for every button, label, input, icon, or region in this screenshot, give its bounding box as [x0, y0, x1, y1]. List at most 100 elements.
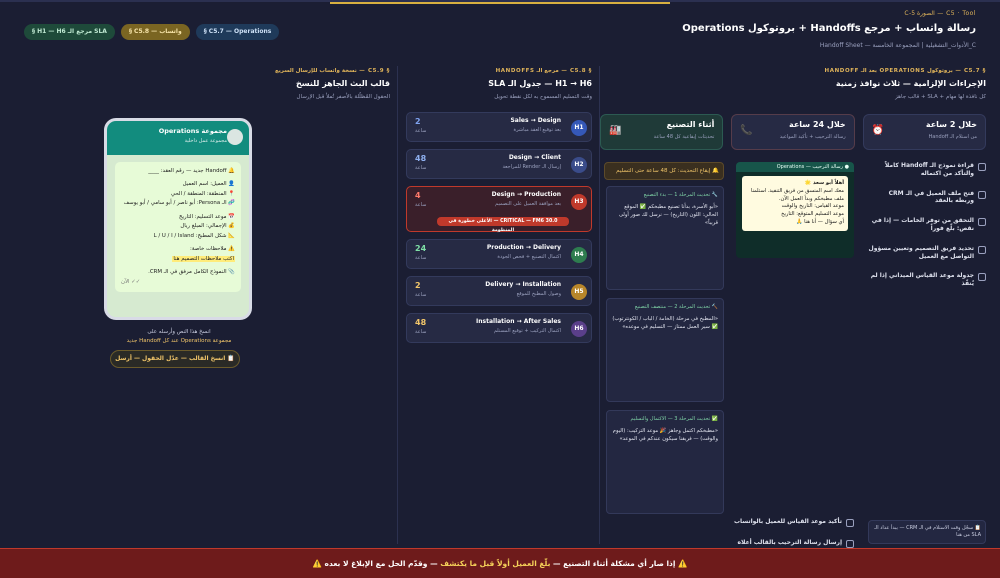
- step-label: Design → Production: [491, 191, 561, 198]
- alarm-clock-icon: ⏰: [871, 125, 885, 136]
- step-sla-hours: 2 ساعة: [415, 117, 427, 134]
- step-label: Sales → Design: [510, 117, 561, 124]
- section-kicker: § C5.8 — مرجع الـ HANDOFFS: [495, 68, 592, 74]
- escalation-alert-bar: ⚠️ إذا صار أي مشكلة أثناء التصنيع — بلّغ…: [0, 548, 1000, 578]
- step-sub: بعد موافقة العميل على التصميم: [495, 201, 561, 207]
- section-title: H1 → H6 — جدول الـ SLA: [488, 79, 592, 88]
- section-subtitle: وقت التسليم المسموح به لكل نقطة تحويل: [494, 94, 592, 100]
- section-chips: § H1 — H6 مرجع الـ SLA § C5.8 — واتساب §…: [24, 24, 280, 40]
- chat-header: مجموعة Operations مجموعة عمل داخلية: [107, 121, 249, 155]
- welcome-message-preview: ● رسالة الترحيب — Operations أهلاً أبو س…: [736, 162, 854, 258]
- factory-icon: 🏭: [609, 125, 622, 136]
- page-eyebrow: C5 · Tool — الصورة 5-C: [904, 10, 976, 17]
- step-sub: اكتمال التركيب + توقيع المستلم: [493, 328, 561, 334]
- step-badge: H3: [571, 194, 587, 210]
- handoff-sheet-page: C5 · Tool — الصورة 5-C رسالة واتساب + مر…: [0, 0, 1000, 578]
- chip-whatsapp[interactable]: § C5.8 — واتساب: [120, 24, 190, 40]
- top-accent-line: [330, 2, 670, 4]
- handoff-step-h6[interactable]: H6 Installation → After Sales اكتمال الترك…: [406, 313, 592, 343]
- checklist-item[interactable]: تحديد فريق التصميم وتعيين مسؤول التواصل …: [868, 245, 986, 261]
- critical-warning: CRITICAL — FM6 30.0 — الأعلى خطورة في ال…: [437, 217, 569, 233]
- column-divider: [397, 66, 398, 544]
- step-sla-hours: 24 ساعة: [415, 244, 427, 261]
- update-stage-2: 🔨 تحديث المرحلة 2 — منتصف التصنيع «المطب…: [606, 298, 724, 403]
- template-caption: انسخ هذا النص وأرسله على مجموعة Operatio…: [126, 329, 232, 344]
- operations-protocol-section: § C5.7 — بروتوكول OPERATIONS بعد الـ HAN…: [600, 68, 986, 548]
- page-header: C5 · Tool — الصورة 5-C رسالة واتساب + مر…: [24, 10, 976, 58]
- update-stage-3: ✅ تحديث المرحلة 3 — الاكتمال والتسليم «م…: [606, 410, 724, 515]
- checkbox[interactable]: [978, 273, 986, 282]
- checklist-item[interactable]: التحقق من توفر الخامات — إذا في نقص: بلّ…: [868, 217, 986, 233]
- whatsapp-phone-mockup: مجموعة Operations مجموعة عمل داخلية 🔔 Ha…: [104, 118, 252, 320]
- checkbox[interactable]: [846, 540, 854, 548]
- checkbox[interactable]: [978, 218, 986, 227]
- checklist-item[interactable]: إرسال رسالة الترحيب بالقالب أعلاه: [730, 539, 854, 548]
- handoff-step-h3[interactable]: H3 Design → Production بعد موافقة العميل ع…: [406, 186, 592, 233]
- step-badge: H6: [571, 321, 587, 337]
- manufacturing-updates: 🔔 إيقاع التحديث: كل 48 ساعة حتى التسليم …: [604, 162, 724, 522]
- update-stage-1: 🔧 تحديث المرحلة 1 — بدء التصنيع «أبو الأ…: [606, 186, 724, 291]
- sla-reference-section: § C5.8 — مرجع الـ HANDOFFS H1 → H6 — جدو…: [406, 68, 592, 542]
- welcome-message-panel: ● رسالة الترحيب — Operations أهلاً أبو س…: [730, 162, 854, 258]
- window-title: خلال 2 ساعة: [925, 120, 977, 129]
- welcome-bubble: أهلاً أبو سعد 🌟 معك اسم المنسق من فريق ا…: [742, 176, 848, 231]
- window-subtitle: تحديثات إيقاعية كل 48 ساعة: [653, 134, 715, 140]
- checklist-item[interactable]: جدولة موعد القياس الميداني إذا لم يُنفّذ: [868, 272, 986, 288]
- window-title: أثناء التصنيع: [666, 120, 715, 129]
- template-message-bubble[interactable]: 🔔 Handoff جديد — رقم العقد: ____ 👤 العمي…: [115, 162, 241, 292]
- phone-icon: 📞: [740, 125, 753, 136]
- handoff-step-h4[interactable]: H4 Production → Delivery اكتمال التصنيع + …: [406, 239, 592, 269]
- chat-subtitle: مجموعة عمل داخلية: [184, 138, 227, 144]
- window-24h-card[interactable]: خلال 24 ساعة رسالة الترحيب + تأكيد الموا…: [731, 114, 855, 150]
- step-label: Design → Client: [508, 154, 561, 161]
- section-subtitle: كل نافذة لها مهام + SLA + قالب جاهز: [895, 94, 986, 100]
- section-kicker: § C5.7 — بروتوكول OPERATIONS بعد الـ HAN…: [824, 68, 986, 74]
- step-sub: بعد توقيع العقد مباشرة: [513, 127, 562, 133]
- checkbox[interactable]: [978, 245, 986, 254]
- handoff-step-h1[interactable]: H1 Sales → Design بعد توقيع العقد مباشرة 2 س…: [406, 112, 592, 142]
- update-rhythm-tag: 🔔 إيقاع التحديث: كل 48 ساعة حتى التسليم: [604, 162, 724, 181]
- section-title: قالب البث الجاهز للنسخ: [295, 79, 390, 88]
- two-hour-checklist: قراءة نموذج الـ Handoff كاملاً والتأكد م…: [868, 162, 986, 300]
- checkbox[interactable]: [978, 163, 986, 171]
- page-subtitle: C_الأدوات_التشغيلية | المجموعة الخامسة —…: [819, 42, 976, 49]
- step-badge: H4: [571, 247, 587, 263]
- step-label: Delivery → Installation: [485, 281, 561, 288]
- step-sub: إرسال الـ Render للمراجعة: [502, 164, 561, 170]
- handoff-step-h2[interactable]: H2 Design → Client إرسال الـ Render للمراج…: [406, 149, 592, 179]
- window-2h-card[interactable]: خلال 2 ساعة من استلام الـ Handoff ⏰: [862, 114, 986, 150]
- time-windows: خلال 2 ساعة من استلام الـ Handoff ⏰ خلال…: [600, 114, 986, 150]
- step-badge: H2: [571, 157, 587, 173]
- handoff-step-h5[interactable]: H5 Delivery → Installation وصول المطبخ للم…: [406, 276, 592, 306]
- step-badge: H5: [571, 284, 587, 300]
- step-badge: H1: [571, 120, 587, 136]
- checkbox[interactable]: [846, 519, 854, 527]
- checkbox[interactable]: [978, 190, 986, 199]
- preview-header: ● رسالة الترحيب — Operations: [736, 162, 854, 172]
- whatsapp-template-section: § C5.9 — نسخة واتساب للإرسال السريع قالب…: [24, 68, 390, 542]
- window-subtitle: من استلام الـ Handoff: [928, 134, 977, 140]
- step-sub: اكتمال التصنيع + فحص الجودة: [497, 254, 561, 260]
- handoff-steps: H1 Sales → Design بعد توقيع العقد مباشرة 2 س…: [406, 112, 592, 343]
- section-kicker: § C5.9 — نسخة واتساب للإرسال السريع: [274, 68, 390, 74]
- window-manufacturing-card[interactable]: أثناء التصنيع تحديثات إيقاعية كل 48 ساعة…: [600, 114, 724, 150]
- step-label: Installation → After Sales: [476, 318, 561, 325]
- section-subtitle: الحقول المُظلّلة بالأصفر تُملأ قبل الإرس…: [296, 94, 390, 100]
- step-label: Production → Delivery: [486, 244, 561, 251]
- chip-operations[interactable]: § C5.7 — Operations: [195, 24, 280, 40]
- checklist-item[interactable]: تأكيد موعد القياس للعميل بالواتساب: [730, 518, 854, 527]
- window-title: خلال 24 ساعة: [788, 120, 846, 129]
- step-sla-hours: 2 ساعة: [415, 281, 427, 298]
- step-sub: وصول المطبخ للموقع: [516, 291, 561, 297]
- step-sla-hours: 48 ساعة: [415, 154, 427, 171]
- copy-template-button[interactable]: 📋 انسخ القالب — عدّل الحقول — أرسل: [110, 350, 240, 368]
- checklist-item[interactable]: فتح ملف العميل في الـ CRM وربطه بالعقد: [868, 190, 986, 206]
- crm-log-note: 📋 سجّل وقت الاستلام في الـ CRM — يبدأ عد…: [868, 520, 986, 544]
- checklist-item[interactable]: قراءة نموذج الـ Handoff كاملاً والتأكد م…: [868, 162, 986, 178]
- chip-sla-reference[interactable]: § H1 — H6 مرجع الـ SLA: [24, 24, 115, 40]
- section-title: الإجراءات الإلزامية — ثلاث نوافذ زمنية: [835, 79, 986, 88]
- chat-name: مجموعة Operations: [158, 127, 227, 135]
- step-sla-hours: 4 ساعة: [415, 191, 427, 208]
- window-subtitle: رسالة الترحيب + تأكيد المواعيد: [779, 134, 846, 140]
- step-sla-hours: 48 ساعة: [415, 318, 427, 335]
